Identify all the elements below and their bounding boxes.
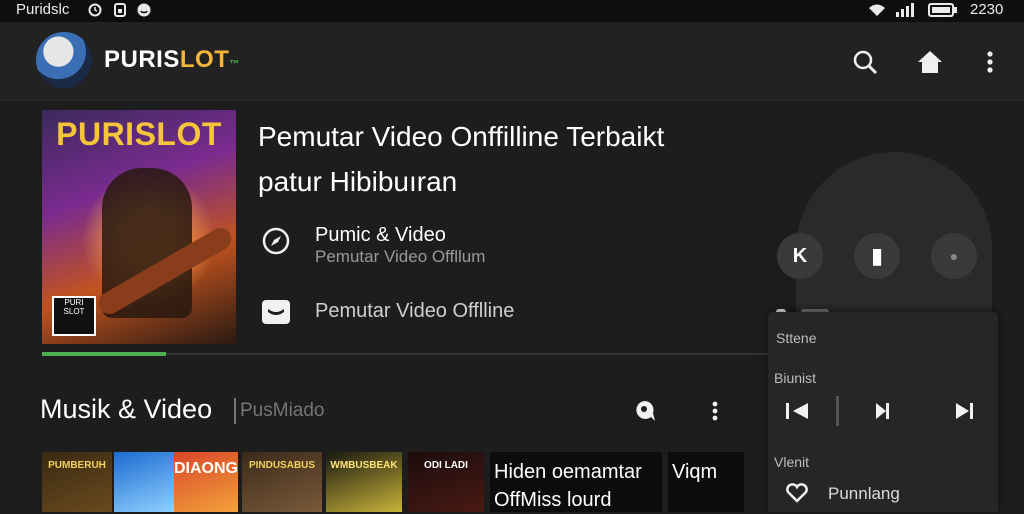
hero-title: Pemutar Video Onffilline Terbaikt patur …: [258, 114, 738, 204]
more-vert-icon[interactable]: [975, 47, 1005, 77]
thumbnail-1-label: PUMBERUH: [48, 460, 106, 471]
thumbnail-2[interactable]: [114, 452, 174, 512]
brand-tag: ™: [229, 59, 240, 70]
hero-row-1[interactable]: Pumic & Video Pemutar Video Offllum: [315, 224, 485, 267]
brand-prefix: PURIS: [104, 46, 180, 73]
heart-icon[interactable]: [780, 478, 814, 508]
text-tile-1-line2: OffMiss lourd: [494, 489, 612, 511]
skip-forward-icon[interactable]: [948, 396, 982, 426]
brand-suffix: LOT: [179, 46, 230, 73]
pause-button[interactable]: ▮: [854, 233, 900, 279]
section-more-icon[interactable]: [700, 396, 730, 426]
brand-name[interactable]: PURISLOT™: [104, 46, 240, 74]
thumbnail-5[interactable]: WMBUSBEAK: [326, 452, 402, 512]
player-panel: Sttene Biunist Vlenit Punnlang: [768, 312, 998, 512]
wifi-icon: [868, 3, 886, 20]
offline-badge-icon: [261, 297, 291, 327]
search-icon[interactable]: [850, 47, 880, 77]
hero-row-2[interactable]: Pemutar Video Offlline: [315, 300, 514, 323]
status-time: 2230: [970, 1, 1004, 18]
thumbnail-6[interactable]: ODI LADI: [408, 452, 484, 512]
panel-playlist-label: Biunist: [774, 370, 817, 386]
signal-icon: [896, 3, 920, 20]
home-icon[interactable]: [915, 47, 945, 77]
thumbnail-6-label: ODI LADI: [424, 460, 468, 471]
step-back-icon[interactable]: [868, 396, 902, 426]
thumbnail-4-label: PINDUSABUS: [248, 460, 316, 471]
compass-icon: [261, 226, 291, 256]
text-tile-2[interactable]: Viqm: [668, 452, 744, 512]
tag-icon[interactable]: [630, 396, 660, 426]
previous-button[interactable]: K: [777, 233, 823, 279]
skip-back-icon[interactable]: [780, 396, 814, 426]
thumbnail-1[interactable]: PUMBERUH: [42, 452, 112, 512]
section-title: Musik & Video: [40, 394, 213, 424]
hero-row-1-title: Pumic & Video: [315, 224, 446, 246]
progress-fill: [42, 352, 166, 356]
cover-title: PURISLOT: [56, 116, 222, 152]
thumbnail-4[interactable]: PINDUSABUS: [242, 452, 322, 512]
battery-icon: [928, 3, 958, 20]
hero-title-line1: Pemutar Video Onffilline Terbaikt: [258, 121, 665, 152]
thumbnail-3-label: DIAONG: [174, 460, 238, 477]
thumbnail-5-label: WMBUSBEAK: [330, 460, 398, 471]
section-search-input[interactable]: [234, 398, 390, 424]
hero-row-2-title: Pemutar Video Offlline: [315, 300, 515, 322]
panel-status-label: Sttene: [776, 330, 817, 346]
favorite-label[interactable]: Punnlang: [828, 484, 900, 504]
thumbnail-3[interactable]: DIAONG: [174, 452, 238, 512]
hero-title-line2: patur Hibibuıran: [258, 166, 458, 197]
panel-variant-label: Vlenit: [774, 454, 810, 470]
sim-icon: [113, 3, 127, 20]
text-tile-1[interactable]: Hiden oemamtar OffMiss lourd: [490, 452, 662, 512]
status-app-name: Puridslc: [16, 1, 70, 18]
record-button[interactable]: ●: [931, 233, 977, 279]
panel-divider: [836, 396, 839, 426]
text-tile-2-line1: Viqm: [672, 461, 718, 483]
face-icon: [137, 3, 151, 20]
alarm-icon: [88, 3, 102, 20]
cover-stamp: PURI SLOT: [52, 296, 96, 336]
brand-logo[interactable]: [36, 32, 92, 88]
hero-row-1-subtitle: Pemutar Video Offllum: [315, 247, 486, 266]
album-cover[interactable]: PURISLOT PURI SLOT: [42, 110, 236, 344]
text-tile-1-line1: Hiden oemamtar: [494, 461, 642, 483]
